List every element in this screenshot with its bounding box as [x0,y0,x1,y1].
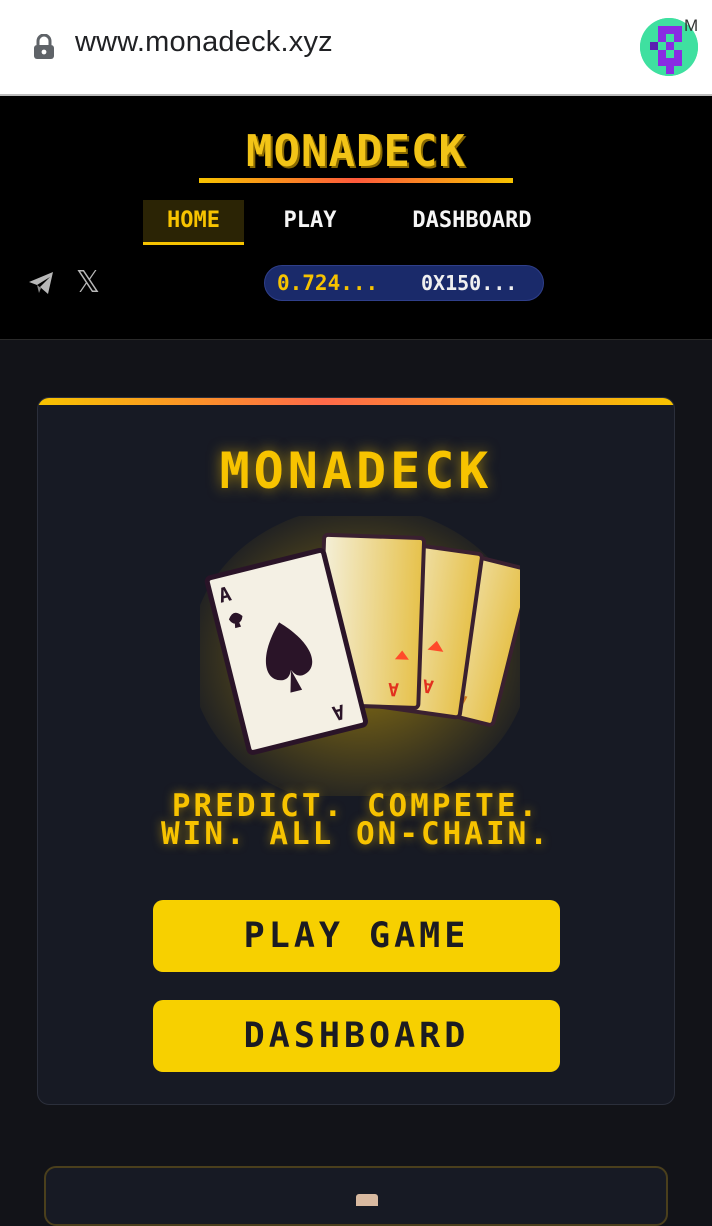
extension-badge: M [684,16,699,35]
hero-card: MONADECK A A A A PREDICT. COMPETE. WIN. … [37,397,675,1105]
hero-accent-bar [38,398,674,405]
dashboard-button[interactable]: DASHBOARD [153,1000,560,1072]
telegram-icon[interactable] [26,268,56,298]
playing-cards-illustration: A A A A A [200,516,520,796]
nav-home[interactable]: HOME [143,200,244,245]
lock-icon [34,34,54,59]
site-logo[interactable]: MONADECK [0,126,712,177]
x-icon[interactable]: 𝕏 [73,268,103,298]
wallet-button[interactable]: 0.724... 0X150... [264,265,544,301]
play-game-button[interactable]: PLAY GAME [153,900,560,972]
next-section-card [44,1166,668,1226]
nav-dashboard[interactable]: DASHBOARD [383,200,561,242]
nav-play[interactable]: PLAY [265,200,355,242]
hero-title: MONADECK [219,442,493,500]
wallet-balance: 0.724... [277,271,379,295]
svg-text:A: A [388,678,400,699]
section-icon [356,1194,378,1206]
site-header: MONADECK HOME PLAY DASHBOARD 𝕏 0.724... … [0,96,712,340]
logo-underline [199,178,513,183]
browser-address-bar[interactable]: www.monadeck.xyz M [0,0,712,96]
url-text[interactable]: www.monadeck.xyz [75,26,333,59]
wallet-address: 0X150... [421,271,518,295]
tagline-line-2: WIN. ALL ON-CHAIN. [161,816,551,852]
